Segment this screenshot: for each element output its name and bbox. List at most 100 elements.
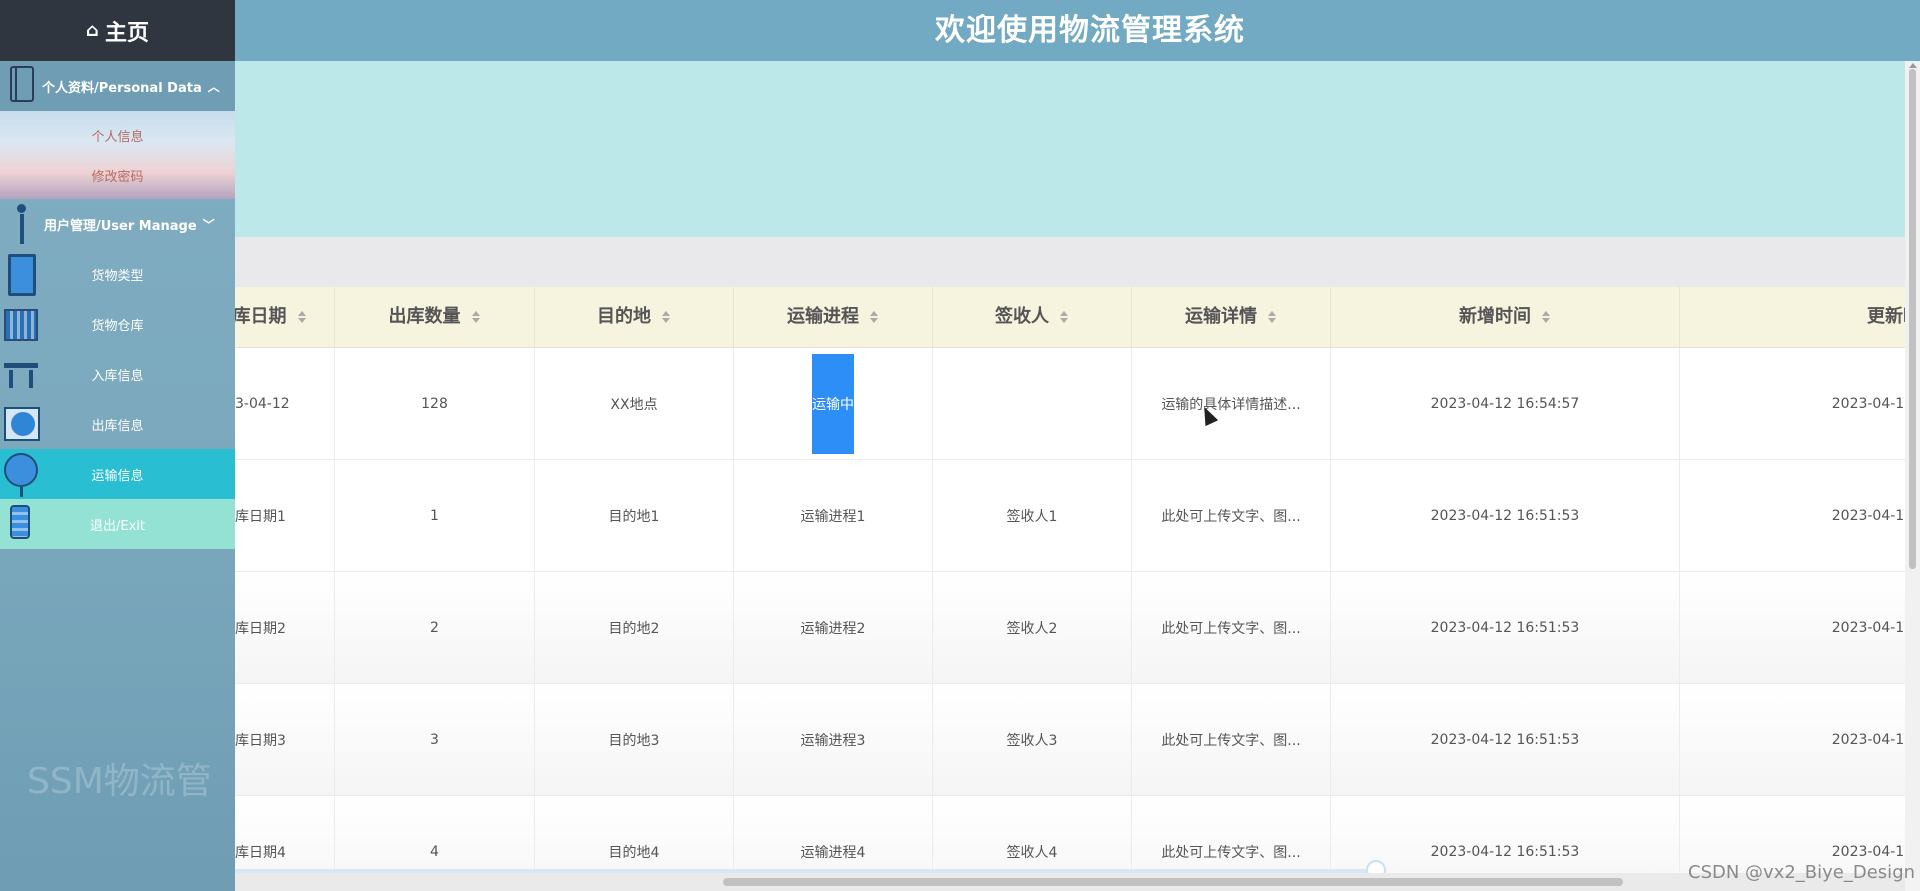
table-cell: 2023-04-12 16:5 [1680,684,1905,795]
sort-icon[interactable] [471,310,481,324]
sidebar-item-change-password[interactable]: 修改密码 [0,155,235,195]
sidebar-item-exit[interactable]: 退出/Exit [0,499,235,549]
table-cell: 1 [335,460,535,571]
table-cell: 2023-04-12 16:5 [1680,348,1905,459]
sidebar-item-goods-type[interactable]: 货物类型 [0,249,235,299]
table-cell: 目的地2 [535,572,734,683]
table-header: 库日期 出库数量 目的地 运输进程 签收人 运输详情 新增时间 更新时间 [235,287,1905,348]
table-cell: 运输进程2 [734,572,933,683]
status-badge[interactable]: 运输中 [812,353,854,454]
home-label: 主页 [104,20,149,46]
home-icon: ⌂ [86,20,99,41]
sidebar: ⌂ 主页 个人资料/Personal Data ︿ 个人信息 修改密码 用户管理… [0,0,235,891]
table-cell: 签收人1 [933,460,1132,571]
page-title: 欢迎使用物流管理系统 [935,13,1245,48]
scrollbar-thumb[interactable] [1909,69,1916,569]
toolbar-area [235,237,1905,287]
column-header[interactable]: 签收人 [933,287,1132,347]
data-table: 库日期 出库数量 目的地 运输进程 签收人 运输详情 新增时间 更新时间 3-0… [235,287,1905,873]
table-cell: 运输进程1 [734,460,933,571]
sidebar-item-personal-info[interactable]: 个人信息 [0,115,235,155]
watermark-text: CSDN @vx2_Biye_Design [1688,862,1916,883]
circle-icon [4,407,40,441]
table-cell: 目的地1 [535,460,734,571]
column-header[interactable]: 目的地 [535,287,734,347]
sidebar-item-label: 个人信息 [91,129,144,145]
table-row[interactable]: 3-04-12 128 XX地点 运输中 运输的具体详情描述... 2023-0… [235,348,1905,460]
warehouse-icon [4,309,38,341]
chevron-up-icon: ︿ [207,79,220,94]
sort-icon[interactable] [1059,310,1069,324]
vertical-scrollbar[interactable] [1905,61,1920,873]
table-cell: 运输进程3 [734,684,933,795]
table-cell: 2023-04-12 16:51:53 [1331,460,1680,571]
table-cell: 库日期3 [235,684,335,795]
horizontal-scrollbar[interactable] [235,873,1905,891]
table-row[interactable]: 库日期4 4 目的地4 运输进程4 签收人4 此处可上传文字、图... 2023… [235,796,1905,873]
table-cell: 此处可上传文字、图... [1132,684,1331,795]
table-cell: 签收人3 [933,684,1132,795]
table-cell: 2 [335,572,535,683]
home-link[interactable]: ⌂ 主页 [0,0,235,61]
table-cell: 目的地4 [535,796,734,873]
column-header[interactable]: 出库数量 [335,287,535,347]
sidebar-item-outbound[interactable]: 出库信息 [0,399,235,449]
table-cell: 库日期2 [235,572,335,683]
table-cell: 运输进程4 [734,796,933,873]
sidebar-item-label: 修改密码 [91,169,144,185]
column-header[interactable]: 运输详情 [1132,287,1331,347]
notebook-icon [10,66,34,102]
table-row[interactable]: 库日期2 2 目的地2 运输进程2 签收人2 此处可上传文字、图... 2023… [235,572,1905,684]
table-row[interactable]: 库日期3 3 目的地3 运输进程3 签收人3 此处可上传文字、图... 2023… [235,684,1905,796]
table-cell: 2023-04-12 16:51:53 [1331,684,1680,795]
chevron-down-icon: ﹀ [202,217,215,232]
table-cell: 此处可上传文字、图... [1132,796,1331,873]
table-cell: 运输的具体详情描述... [1132,348,1331,459]
table-row[interactable]: 库日期1 1 目的地1 运输进程1 签收人1 此处可上传文字、图... 2023… [235,460,1905,572]
column-header[interactable]: 运输进程 [734,287,933,347]
table-cell: 3-04-12 [235,348,335,459]
sort-icon[interactable] [661,310,671,324]
scrollbar-thumb[interactable] [723,878,1623,886]
table-cell: 4 [335,796,535,873]
sort-icon[interactable] [1541,310,1551,324]
table-cell: 此处可上传文字、图... [1132,460,1331,571]
table-cell: 签收人4 [933,796,1132,873]
table-cell: 2023-04-12 16:51:53 [1331,796,1680,873]
sidebar-item-label: 退出/Exit [90,518,145,534]
lantern-icon [4,453,38,497]
table-cell: 2023-04-12 16:54:57 [1331,348,1680,459]
table-cell: XX地点 [535,348,734,459]
bench-icon [4,363,38,388]
table-cell: 2023-04-12 16:5 [1680,460,1905,571]
table-cell: 库日期1 [235,460,335,571]
top-header: 欢迎使用物流管理系统 [0,0,1920,61]
sidebar-group-personal-data[interactable]: 个人资料/Personal Data ︿ [0,61,235,111]
table-cell: 此处可上传文字、图... [1132,572,1331,683]
table-cell: 签收人2 [933,572,1132,683]
scroll-up-icon[interactable] [1909,63,1917,68]
sidebar-item-inbound[interactable]: 入库信息 [0,349,235,399]
table-cell: 运输中 [734,348,933,459]
sidebar-group-user-manage[interactable]: 用户管理/User Manage ﹀ [0,199,235,249]
person-icon [6,204,40,244]
table-cell: 128 [335,348,535,459]
table-cell: 库日期4 [235,796,335,873]
submenu-personal-data: 个人信息 修改密码 [0,111,235,199]
sort-icon[interactable] [869,310,879,324]
table-cell: 2023-04-12 16:5 [1680,572,1905,683]
column-header[interactable]: 更新时间 [1680,287,1905,347]
sidebar-item-warehouse[interactable]: 货物仓库 [0,299,235,349]
book-icon [8,254,36,296]
sidebar-group-label: 用户管理/User Manage [44,218,197,234]
sidebar-item-transport[interactable]: 运输信息 [0,449,235,499]
column-header[interactable]: 新增时间 [1331,287,1680,347]
sort-icon[interactable] [297,310,307,324]
sort-icon[interactable] [1267,310,1277,324]
table-cell: 目的地3 [535,684,734,795]
column-header[interactable]: 库日期 [235,287,335,347]
table-cell: 2023-04-12 16:51:53 [1331,572,1680,683]
sidebar-group-label: 个人资料/Personal Data [42,80,202,96]
banner-area [235,61,1905,237]
lantern-icon [10,505,30,539]
